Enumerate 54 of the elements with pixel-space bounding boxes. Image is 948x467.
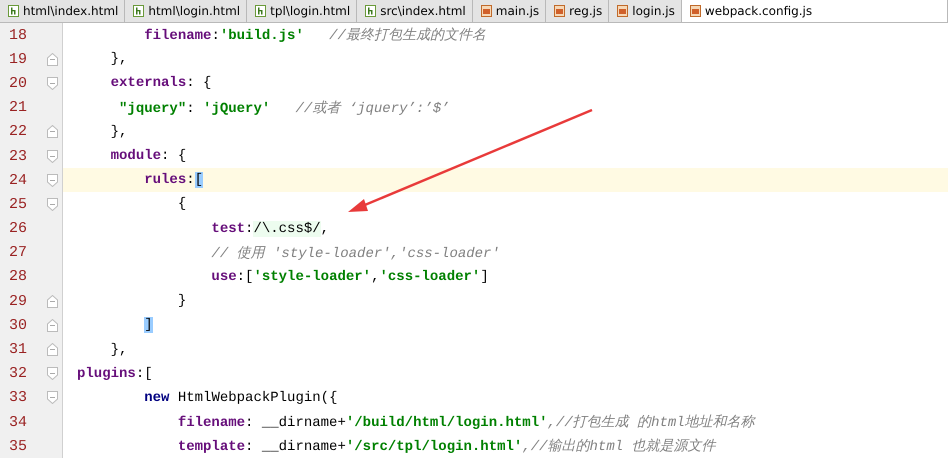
fold-icon[interactable] [47,198,58,211]
line-number: 33 [9,389,28,406]
js-file-icon [617,5,628,17]
html-file-icon [133,5,144,17]
line-number: 29 [9,292,28,310]
code-line: filename: __dirname+'/build/html/login.html',//打包生成 的html地址和名称 [176,414,755,432]
code-line: filename:'build.js' //最终打包生成的文件名 [143,26,486,44]
line-number: 21 [9,99,28,116]
code-line: use:['style-loader','css-loader'] [210,268,489,285]
line-number: 18 [9,26,28,44]
fold-icon[interactable] [47,150,58,163]
js-file-icon [554,5,566,17]
fold-icon[interactable] [47,318,58,332]
code-line: plugins:[ [76,366,153,382]
line-number: 31 [9,341,28,358]
line-number: 26 [9,220,28,238]
html-file-icon [365,5,376,17]
editor-tab[interactable]: webpack.config.js [682,0,948,22]
fold-icon[interactable] [47,125,58,138]
line-number: 23 [9,148,28,165]
fold-icon[interactable] [47,294,58,308]
code-line: // 使用 'style-loader','css-loader' [210,244,500,262]
code-line: new HtmlWebpackPlugin({ [143,390,338,406]
line-number: 28 [9,268,28,286]
line-number: 27 [9,244,28,262]
line-number: 19 [9,50,28,68]
fold-icon[interactable] [47,391,58,404]
code-line: { [176,196,186,212]
line-number: 24 [9,172,28,189]
code-line: rules:[ [143,172,204,188]
line-number: 22 [9,123,28,140]
line-number: 34 [9,414,28,431]
code-line: "jquery": 'jQuery' //或者 ‘jquery’:’$’ [118,100,450,117]
fold-icon[interactable] [47,52,58,66]
fold-icon[interactable] [47,174,58,187]
code-line: }, [110,124,128,140]
line-number: 35 [9,438,28,455]
html-file-icon [255,5,266,17]
code-line: }, [110,342,128,358]
fold-icon[interactable] [47,367,58,380]
line-number: 30 [9,316,28,334]
js-file-icon [690,5,701,17]
js-file-icon [480,5,492,17]
code-line: externals: { [110,75,212,92]
line-number: 32 [9,365,28,382]
line-number: 25 [9,196,28,213]
code-line: template: __dirname+'/src/tpl/login.html',//输出的html 也就是源文件 [176,437,716,456]
fold-icon[interactable] [47,76,58,90]
fold-icon[interactable] [47,343,58,356]
code-line: module: { [110,148,186,164]
code-line: }, [110,51,128,68]
line-number: 20 [9,74,28,92]
html-file-icon [8,5,19,17]
code-line: } [176,293,186,310]
